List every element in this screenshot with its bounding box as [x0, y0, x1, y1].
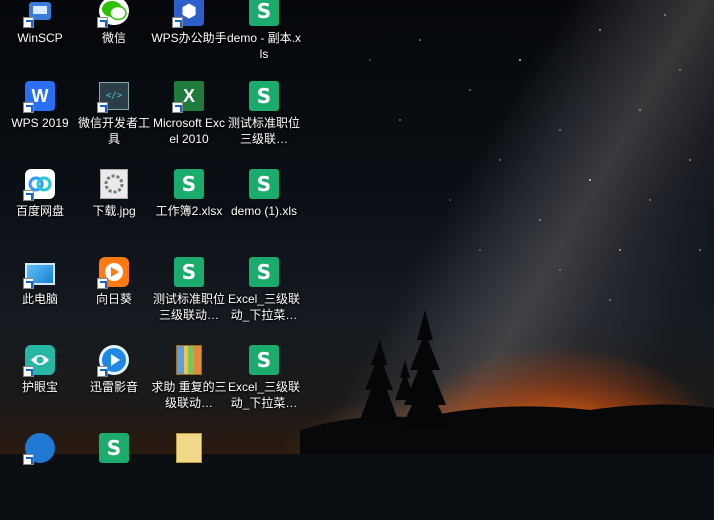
shortcut-arrow-icon — [23, 17, 34, 28]
shortcut-arrow-icon — [97, 366, 108, 377]
shortcut-arrow-icon — [172, 17, 183, 28]
eye-care-icon — [23, 344, 56, 377]
desktop-icon[interactable]: ⬢ WPS办公助手 — [150, 0, 228, 83]
shortcut-arrow-icon — [172, 102, 183, 113]
blue-app-icon — [23, 432, 56, 465]
desktop-icon[interactable]: 向日葵 — [75, 256, 153, 344]
shortcut-arrow-icon — [97, 17, 108, 28]
desktop-icon-label: Excel_三级联动_下拉菜… — [227, 292, 301, 322]
desktop-icon-label: 微信开发者工具 — [77, 116, 150, 146]
desktop-icon[interactable]: 此电脑 — [1, 256, 79, 344]
wps-spreadsheet-icon: S — [98, 432, 130, 464]
wps-spreadsheet-icon: S — [248, 344, 280, 376]
desktop-icon-label: demo (1).xls — [230, 204, 298, 218]
jpg-file-icon — [98, 168, 130, 200]
shortcut-arrow-icon — [23, 278, 34, 289]
xunlei-player-icon — [97, 344, 130, 377]
desktop-icon-label: 百度网盘 — [15, 204, 64, 218]
desktop-icon[interactable]: 护眼宝 — [1, 344, 79, 432]
archive-icon — [173, 344, 205, 376]
wechat-icon — [97, 0, 130, 28]
desktop-icon-label: 测试标准职位三级联动… — [152, 292, 225, 322]
desktop-icon-label: demo - 副本.xls — [226, 31, 302, 61]
desktop-icon[interactable]: S 工作簿2.xlsx — [150, 168, 228, 256]
shortcut-arrow-icon — [23, 366, 34, 377]
desktop-icon[interactable] — [150, 432, 228, 520]
desktop-icon[interactable]: WinSCP — [1, 0, 79, 83]
desktop-icon[interactable]: S Excel_三级联动_下拉菜… — [225, 256, 303, 344]
wps-spreadsheet-icon: S — [248, 0, 280, 27]
sunflower-icon — [97, 256, 130, 289]
desktop-icon[interactable]: 下载.jpg — [75, 168, 153, 256]
wps-2019-icon: W — [23, 80, 56, 113]
desktop-icon[interactable]: S Excel_三级联动_下拉菜… — [225, 344, 303, 432]
shortcut-arrow-icon — [23, 454, 34, 465]
baidu-netdisk-icon — [23, 168, 56, 201]
shortcut-arrow-icon — [23, 102, 34, 113]
shortcut-arrow-icon — [97, 102, 108, 113]
desktop-icon[interactable]: </> 微信开发者工具 — [75, 80, 153, 168]
desktop-icon-label: 测试标准职位三级联… — [227, 116, 300, 146]
this-pc-icon — [23, 256, 56, 289]
wps-spreadsheet-icon: S — [248, 80, 280, 112]
desktop-icon-label: Excel_三级联动_下拉菜… — [227, 380, 301, 410]
winscp-icon — [23, 0, 56, 28]
shortcut-arrow-icon — [23, 190, 34, 201]
desktop-icon-label: 护眼宝 — [21, 380, 58, 394]
desktop-icon-label: WPS办公助手 — [151, 31, 227, 45]
desktop-icon-label: 向日葵 — [95, 292, 132, 306]
desktop-icon[interactable]: 微信 — [75, 0, 153, 83]
excel-2010-icon: X — [172, 80, 205, 113]
shortcut-arrow-icon — [97, 278, 108, 289]
desktop-icon[interactable]: S 测试标准职位三级联动… — [150, 256, 228, 344]
wps-spreadsheet-icon: S — [248, 256, 280, 288]
desktop-icon[interactable] — [1, 432, 79, 520]
desktop-icon-label: 求助 重复的三级联动… — [151, 380, 227, 410]
desktop-icon-label: 下载.jpg — [92, 204, 136, 218]
desktop-icon-label: 工作簿2.xlsx — [155, 204, 223, 218]
desktop-icon-label: 迅雷影音 — [89, 380, 138, 394]
desktop-icon[interactable]: 求助 重复的三级联动… — [150, 344, 228, 432]
desktop-icon[interactable]: S — [75, 432, 153, 520]
wechat-devtools-icon: </> — [97, 80, 130, 113]
wps-assistant-icon: ⬢ — [172, 0, 205, 28]
wps-spreadsheet-icon: S — [173, 168, 205, 200]
desktop-icon[interactable]: X Microsoft Excel 2010 — [150, 80, 228, 168]
desktop-icon[interactable]: Sdemo (1).xls — [225, 168, 303, 256]
desktop-icon[interactable]: 百度网盘 — [1, 168, 79, 256]
desktop-icon[interactable]: W WPS 2019 — [1, 80, 79, 168]
desktop-icon-label: WPS 2019 — [11, 116, 69, 130]
tree-silhouette — [300, 310, 714, 454]
desktop-icon-label: WinSCP — [17, 31, 63, 45]
desktop-icon[interactable]: Sdemo - 副本.xls — [225, 0, 303, 83]
wps-spreadsheet-icon: S — [173, 256, 205, 288]
wps-spreadsheet-icon: S — [248, 168, 280, 200]
desktop-icon[interactable]: S 测试标准职位三级联… — [225, 80, 303, 168]
desktop-icon[interactable]: 迅雷影音 — [75, 344, 153, 432]
wps-document-icon — [173, 432, 205, 464]
desktop-icon-label: 微信 — [101, 31, 126, 45]
desktop-icon-label: Microsoft Excel 2010 — [152, 116, 225, 146]
desktop-icon-label: 此电脑 — [21, 292, 58, 306]
